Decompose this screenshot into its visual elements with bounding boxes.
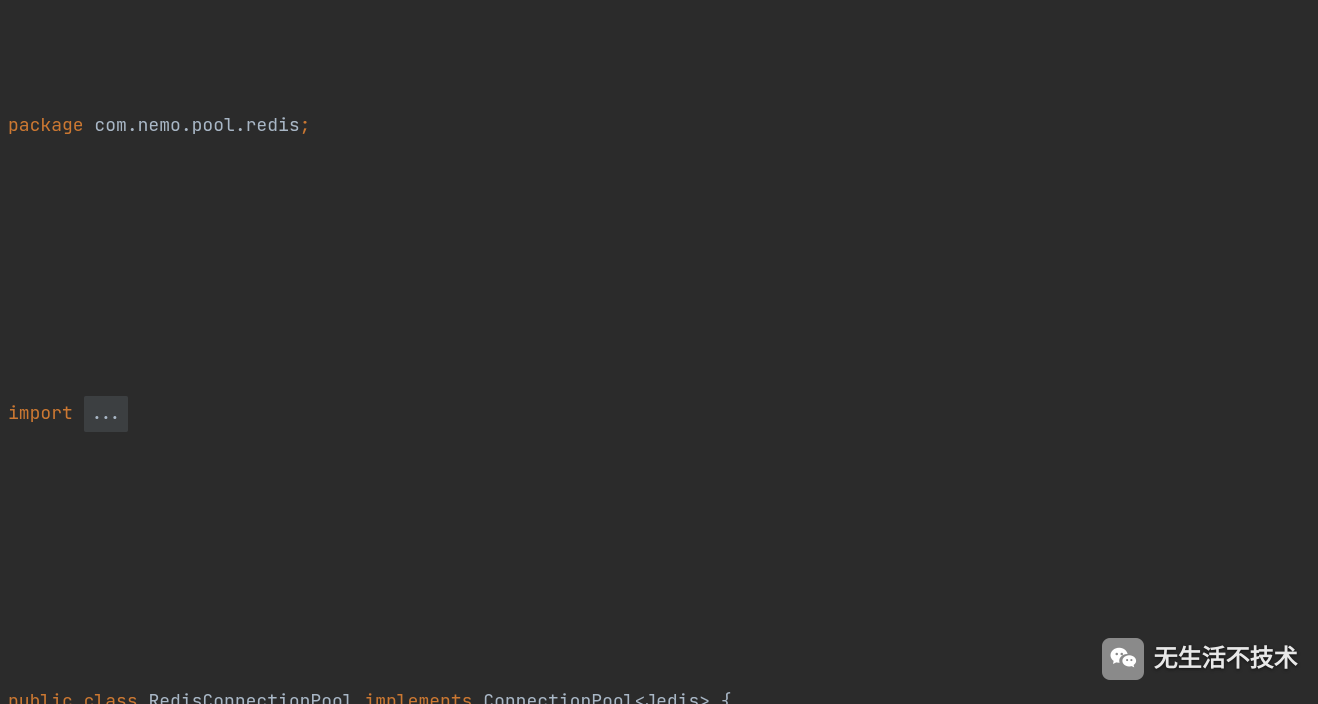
package-name: com.nemo.pool.redis (94, 114, 299, 137)
keyword-import: import (8, 402, 73, 425)
code-line (8, 540, 1318, 576)
keyword-package: package (8, 114, 84, 137)
folded-imports[interactable]: ... (84, 396, 128, 432)
class-name: RedisConnectionPool (148, 690, 353, 704)
code-line (8, 252, 1318, 288)
code-line: public class RedisConnectionPool impleme… (8, 684, 1318, 704)
code-line: import ... (8, 396, 1318, 432)
code-line: package com.nemo.pool.redis; (8, 108, 1318, 144)
code-editor[interactable]: package com.nemo.pool.redis; import ... … (0, 0, 1318, 704)
